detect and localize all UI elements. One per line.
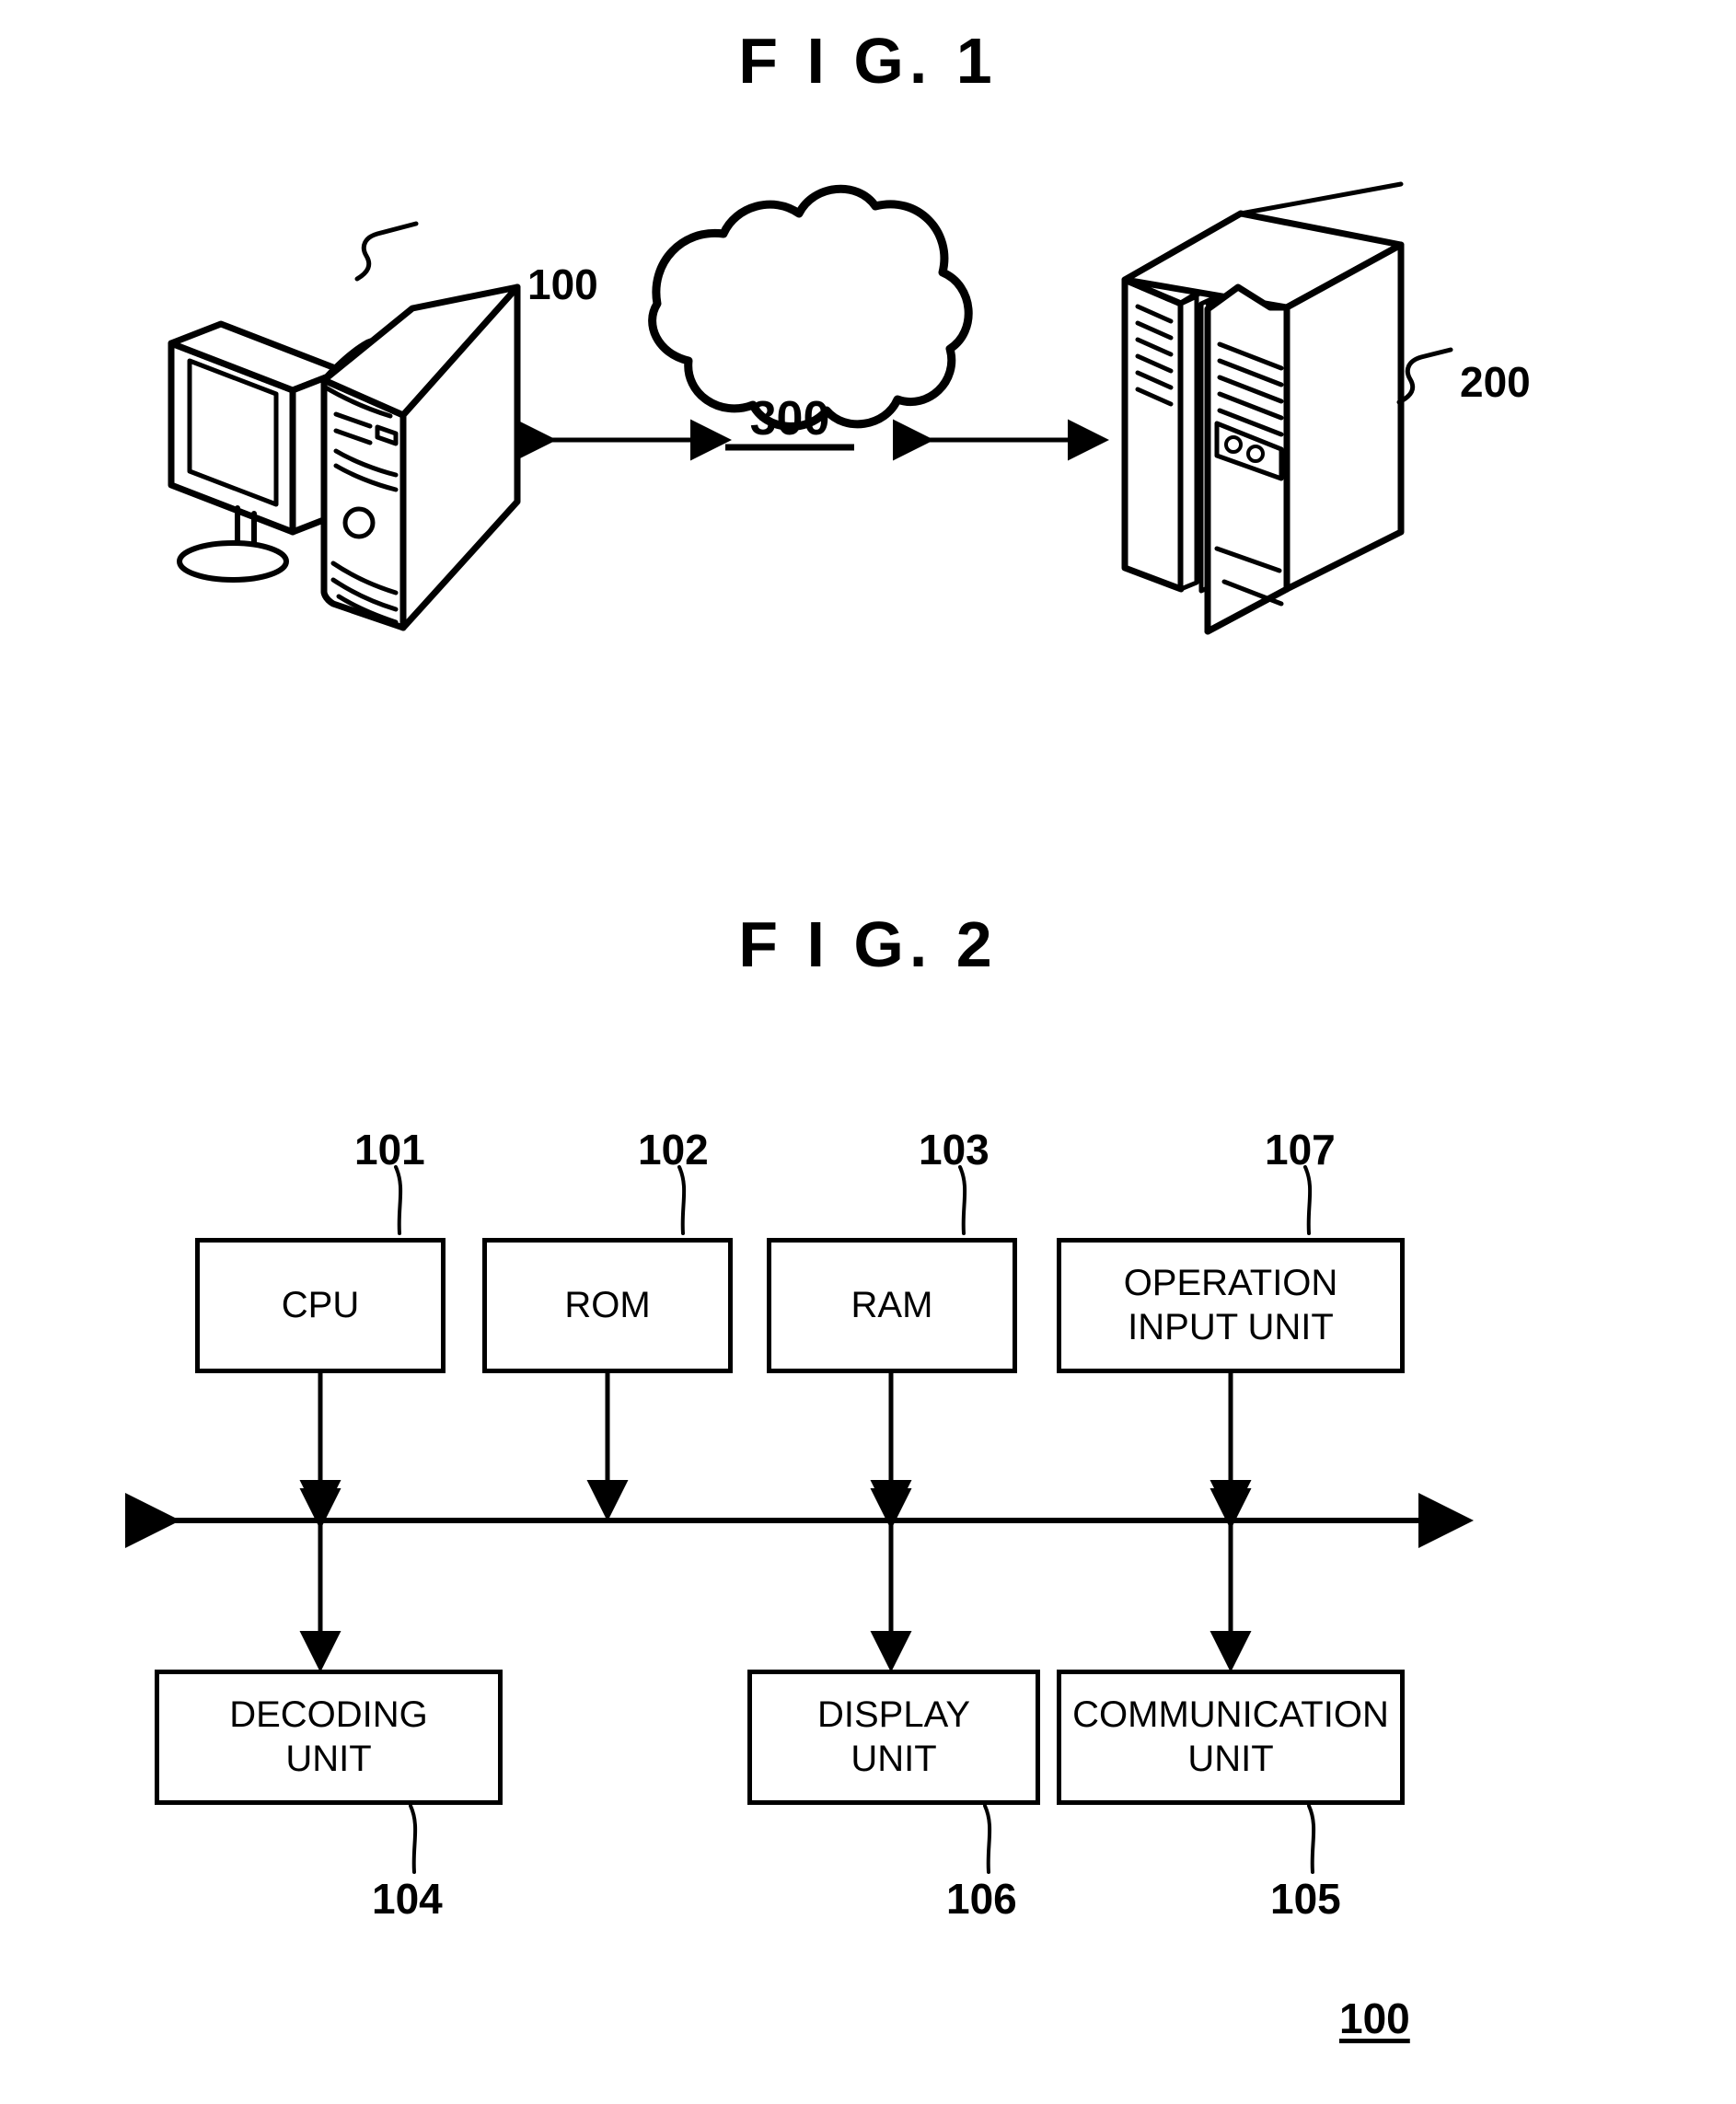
leader-line-200	[1396, 347, 1453, 405]
block-display-unit[interactable]: DISPLAY UNIT	[747, 1670, 1040, 1805]
ref-label-104: 104	[372, 1875, 443, 1923]
leader-line-106	[983, 1804, 992, 1874]
leader-line-103	[958, 1165, 967, 1235]
patent-figure-sheet: F I G. 1 300 100 200 F I G. 2 101 102 10…	[0, 0, 1736, 2104]
ref-label-200: 200	[1460, 358, 1531, 406]
block-decoding-unit-label: DECODING UNIT	[229, 1694, 428, 1779]
leader-line-102	[677, 1165, 687, 1235]
figure-1-title: F I G. 1	[738, 25, 998, 97]
block-cpu-label: CPU	[281, 1284, 360, 1325]
leader-line-107	[1303, 1165, 1313, 1235]
figure-2-title: F I G. 2	[738, 908, 998, 980]
block-rom-label: ROM	[564, 1284, 651, 1325]
ref-label-102: 102	[638, 1126, 709, 1173]
leader-line-101	[394, 1165, 403, 1235]
block-operation-input-unit[interactable]: OPERATION INPUT UNIT	[1057, 1238, 1405, 1373]
leader-line-100	[354, 221, 419, 282]
block-cpu[interactable]: CPU	[195, 1238, 446, 1373]
ref-label-system-100: 100	[1339, 1994, 1410, 2042]
ref-label-106: 106	[946, 1875, 1017, 1923]
ref-label-103: 103	[919, 1126, 990, 1173]
cloud-label-300: 300	[750, 392, 830, 445]
ref-label-101: 101	[354, 1126, 425, 1173]
ref-label-105: 105	[1270, 1875, 1341, 1923]
ref-label-100: 100	[527, 260, 598, 308]
leader-line-105	[1307, 1804, 1316, 1874]
leader-line-104	[409, 1804, 418, 1874]
block-communication-unit-label: COMMUNICATION UNIT	[1072, 1694, 1389, 1779]
server-rack-icon	[1121, 181, 1405, 635]
cloud-icon	[648, 184, 973, 431]
block-ram-label: RAM	[851, 1284, 933, 1325]
ref-label-107: 107	[1265, 1126, 1336, 1173]
block-decoding-unit[interactable]: DECODING UNIT	[155, 1670, 503, 1805]
block-rom[interactable]: ROM	[482, 1238, 733, 1373]
pc-tower-icon	[320, 283, 521, 631]
block-ram[interactable]: RAM	[767, 1238, 1017, 1373]
block-display-unit-label: DISPLAY UNIT	[817, 1694, 970, 1779]
monitor-icon	[168, 320, 346, 583]
block-communication-unit[interactable]: COMMUNICATION UNIT	[1057, 1670, 1405, 1805]
block-operation-input-unit-label: OPERATION INPUT UNIT	[1123, 1263, 1338, 1347]
